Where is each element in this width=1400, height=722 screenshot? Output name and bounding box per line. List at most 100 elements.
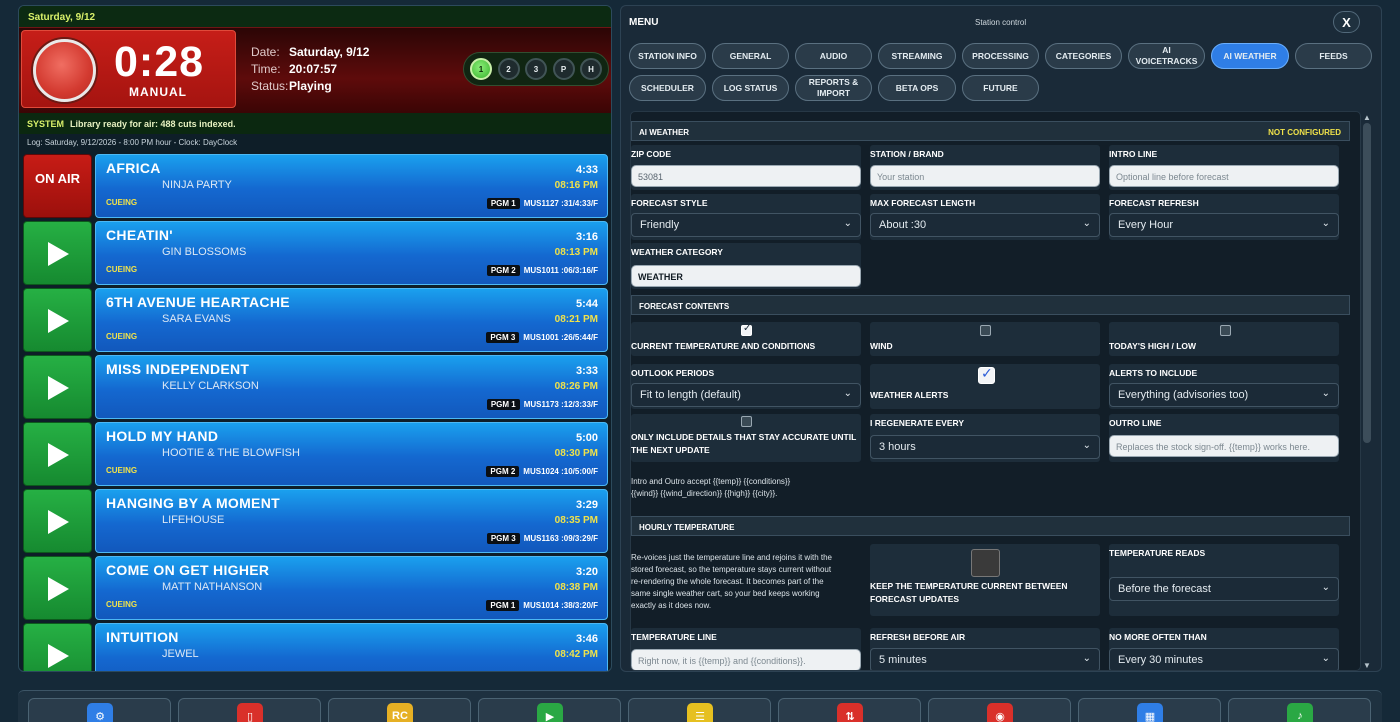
cart-air-time: 08:16 PM <box>554 180 598 191</box>
footer-button-music[interactable]: ♪ <box>1228 698 1371 722</box>
outro-input[interactable]: Replaces the stock sign-off. {{temp}} wo… <box>1109 435 1339 457</box>
footer-button-notes[interactable]: ☰ <box>628 698 771 722</box>
tab-log-status[interactable]: LOG STATUS <box>712 75 789 101</box>
pill-3[interactable]: 3 <box>525 58 547 80</box>
temp-line-input[interactable]: Right now, it is {{temp}} and {{conditio… <box>631 649 861 670</box>
cart-info[interactable]: HOLD MY HAND HOOTIE & THE BLOWFISH 5:00 08:… <box>95 422 608 486</box>
tab-audio[interactable]: AUDIO <box>795 43 872 69</box>
help-text-2: {{wind}} {{wind_direction}} {{high}} {{c… <box>631 489 778 498</box>
refresh-before-value: 5 minutes <box>879 654 927 666</box>
scroll-thumb[interactable] <box>1363 123 1371 443</box>
temp-line-label: TEMPERATURE LINE <box>631 632 717 642</box>
tab-scheduler[interactable]: SCHEDULER <box>629 75 706 101</box>
tab-general[interactable]: GENERAL <box>712 43 789 69</box>
footer-button-play[interactable]: ▶ <box>478 698 621 722</box>
maxlen-select[interactable]: About :30 ⌄ <box>870 213 1100 237</box>
station-input[interactable]: Your station <box>870 165 1100 187</box>
play-button[interactable] <box>23 489 92 553</box>
tab-station-info[interactable]: STATION INFO <box>629 43 706 69</box>
outlook-select[interactable]: Fit to length (default) ⌄ <box>631 383 861 407</box>
accurate-checkbox[interactable] <box>741 416 752 427</box>
countdown-counter[interactable]: 0:28 MANUAL <box>21 30 236 108</box>
cart-info[interactable]: CHEATIN' GIN BLOSSOMS 3:16 08:13 PM CUEING PG… <box>95 221 608 285</box>
intro-input[interactable]: Optional line before forecast <box>1109 165 1339 187</box>
stop-knob-icon[interactable] <box>33 39 96 102</box>
weather-alerts-checkbox[interactable] <box>978 365 995 384</box>
zip-input[interactable]: 53081 <box>631 165 861 187</box>
play-button[interactable] <box>23 623 92 671</box>
pill-1[interactable]: 1 <box>470 58 492 80</box>
high-low-checkbox[interactable] <box>1220 325 1231 336</box>
footer-button-sort[interactable]: ⇅ <box>778 698 921 722</box>
cart-info[interactable]: COME ON GET HIGHER MATT NATHANSON 3:20 08:3… <box>95 556 608 620</box>
tab-future[interactable]: FUTURE <box>962 75 1039 101</box>
on-air-button[interactable]: ON AIR <box>23 154 92 218</box>
scroll-up-icon[interactable]: ▲ <box>1362 113 1372 123</box>
current-temp-checkbox[interactable] <box>741 323 752 336</box>
tab-processing[interactable]: PROCESSING <box>962 43 1039 69</box>
play-button[interactable] <box>23 288 92 352</box>
close-button[interactable]: X <box>1333 11 1360 33</box>
tab-ai-voicetracks[interactable]: AI VOICETRACKS <box>1128 43 1205 69</box>
keep-current-toggle[interactable] <box>971 549 1000 577</box>
cart-info[interactable]: MISS INDEPENDENT KELLY CLARKSON 3:33 08:26 … <box>95 355 608 419</box>
scroll-down-icon[interactable]: ▼ <box>1362 661 1372 671</box>
category-input[interactable]: WEATHER <box>631 265 861 287</box>
tab-ai-weather[interactable]: AI WEATHER <box>1211 43 1289 69</box>
station-cell: STATION / BRAND Your station <box>870 145 1100 190</box>
often-select[interactable]: Every 30 minutes ⌄ <box>1109 648 1339 670</box>
reads-select[interactable]: Before the forecast ⌄ <box>1109 577 1339 601</box>
play-button[interactable] <box>23 422 92 486</box>
cart-title: CHEATIN' <box>106 227 173 243</box>
cart-artist: MATT NATHANSON <box>162 581 263 593</box>
footer-button-rc[interactable]: RC <box>328 698 471 722</box>
settings-scrollbar[interactable]: ▲ ▼ <box>1362 113 1372 671</box>
refresh-before-select[interactable]: 5 minutes ⌄ <box>870 648 1100 670</box>
cart-code: MUS1173 :12/3:33/F <box>523 400 598 409</box>
transport-block: 0:28 MANUAL Date: Saturday, 9/12 Time: 20:… <box>19 27 611 113</box>
record-icon: ◉ <box>987 703 1013 722</box>
play-icon <box>48 309 69 333</box>
tab-reports-import[interactable]: REPORTS & IMPORT <box>795 75 872 101</box>
refresh-select[interactable]: Every Hour ⌄ <box>1109 213 1339 237</box>
alerts-include-select[interactable]: Everything (advisories too) ⌄ <box>1109 383 1339 407</box>
play-button[interactable] <box>23 556 92 620</box>
cart-meta: PGM 2 MUS1024 :10/5:00/F <box>486 466 598 477</box>
cart-pgm-badge: PGM 1 <box>486 600 520 611</box>
play-button[interactable] <box>23 221 92 285</box>
pill-2[interactable]: 2 <box>497 58 520 80</box>
cart-row: MISS INDEPENDENT KELLY CLARKSON 3:33 08:26 … <box>23 355 608 419</box>
style-select[interactable]: Friendly ⌄ <box>631 213 861 237</box>
footer-button-gear[interactable]: ⚙ <box>28 698 171 722</box>
cart-info[interactable]: AFRICA NINJA PARTY 4:33 08:16 PM CUEING PGM 1… <box>95 154 608 218</box>
footer-button-phone[interactable]: ▯ <box>178 698 321 722</box>
category-cell: WEATHER CATEGORY WEATHER <box>631 243 861 289</box>
hourly-desc-2: stored forecast, so the temperature stay… <box>631 565 832 574</box>
tab-categories[interactable]: CATEGORIES <box>1045 43 1122 69</box>
log-line: Log: Saturday, 9/12/2026 - 8:00 PM hour … <box>27 138 238 147</box>
accurate-label: ONLY INCLUDE DETAILS THAT STAY ACCURATE … <box>631 432 857 455</box>
cart-air-time: 08:21 PM <box>554 314 598 325</box>
play-icon <box>48 510 69 534</box>
tab-streaming[interactable]: STREAMING <box>878 43 956 69</box>
cart-title: AFRICA <box>106 160 161 176</box>
footer-button-grid[interactable]: ▦ <box>1078 698 1221 722</box>
wind-checkbox[interactable] <box>980 325 991 336</box>
footer-button-record[interactable]: ◉ <box>928 698 1071 722</box>
pill-h[interactable]: H <box>580 58 602 80</box>
cart-meta: PGM 1 MUS1127 :31/4:33/F <box>486 198 598 209</box>
tab-beta-ops[interactable]: BETA OPS <box>878 75 956 101</box>
hourly-desc-3: re-rendering the whole forecast. It beco… <box>631 577 824 586</box>
pill-p[interactable]: P <box>552 58 575 80</box>
maxlen-cell: MAX FORECAST LENGTH About :30 ⌄ <box>870 194 1100 240</box>
regen-select[interactable]: 3 hours ⌄ <box>870 435 1100 459</box>
tab-feeds[interactable]: FEEDS <box>1295 43 1372 69</box>
cart-info[interactable]: 6TH AVENUE HEARTACHE SARA EVANS 5:44 08:21 … <box>95 288 608 352</box>
cart-info[interactable]: INTUITION JEWEL 3:46 08:42 PM <box>95 623 608 671</box>
play-icon: ▶ <box>537 703 563 722</box>
play-button[interactable] <box>23 355 92 419</box>
often-value: Every 30 minutes <box>1118 654 1203 666</box>
cart-info[interactable]: HANGING BY A MOMENT LIFEHOUSE 3:29 08:35 PM… <box>95 489 608 553</box>
cart-title: COME ON GET HIGHER <box>106 562 270 578</box>
outlook-value: Fit to length (default) <box>640 389 741 401</box>
